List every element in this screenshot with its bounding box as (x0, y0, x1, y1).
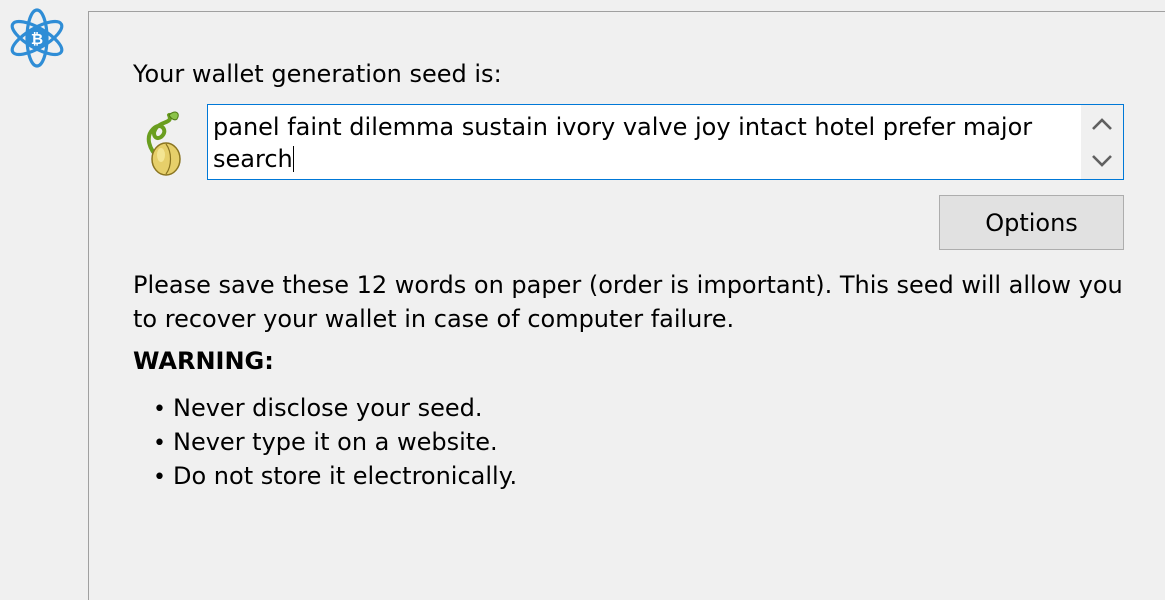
scroll-up-button[interactable] (1081, 105, 1123, 142)
options-button[interactable]: Options (939, 195, 1124, 250)
warning-item: • Never type it on a website. (153, 426, 517, 460)
warning-list: • Never disclose your seed. • Never type i… (153, 392, 517, 494)
warning-item: • Do not store it electronically. (153, 460, 517, 494)
bullet-icon: • (153, 397, 166, 422)
svg-text:₿: ₿ (31, 30, 43, 48)
wizard-window: ₿ Your wallet generation seed is: panel … (0, 0, 1165, 600)
electrum-bitcoin-logo-icon: ₿ (10, 8, 64, 68)
bullet-icon: • (153, 465, 166, 490)
scroll-down-button[interactable] (1081, 142, 1123, 179)
text-caret (292, 146, 294, 172)
warning-item-text: Never type it on a website. (173, 428, 498, 456)
seed-title-label: Your wallet generation seed is: (133, 60, 502, 88)
warning-item-text: Never disclose your seed. (173, 394, 483, 422)
seed-words-textbox[interactable]: panel faint dilemma sustain ivory valve … (207, 104, 1124, 180)
chevron-up-icon (1092, 117, 1112, 130)
seed-save-instructions: Please save these 12 words on paper (ord… (133, 271, 1123, 333)
seed-words-text[interactable]: panel faint dilemma sustain ivory valve … (213, 111, 1073, 175)
seed-textbox-scrollbar[interactable] (1081, 105, 1123, 179)
warning-item: • Never disclose your seed. (153, 392, 517, 426)
seed-content-panel: Your wallet generation seed is: panel fa… (88, 11, 1165, 600)
warning-item-text: Do not store it electronically. (173, 462, 518, 490)
sprouting-seed-icon (146, 111, 181, 176)
bullet-icon: • (153, 431, 166, 456)
chevron-down-icon (1092, 154, 1112, 167)
logo-strip: ₿ (0, 0, 88, 600)
warning-heading: WARNING: (133, 347, 274, 375)
